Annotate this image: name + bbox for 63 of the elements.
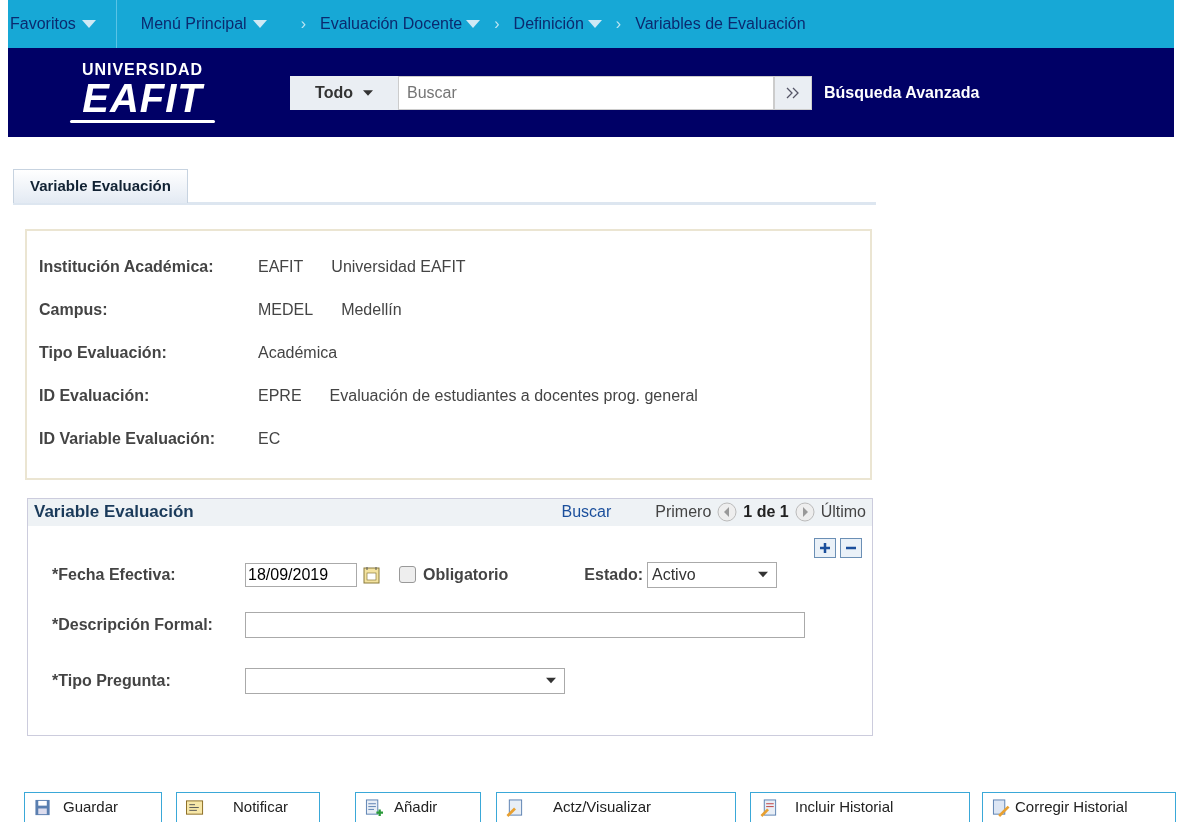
toolbar-button[interactable]: Actz/Visualizar	[496, 791, 736, 822]
text-field[interactable]	[245, 611, 805, 638]
toolbar-button[interactable]: Añadir	[355, 791, 481, 822]
breadcrumb-link[interactable]: Evaluación Docente	[319, 12, 463, 36]
field-label: *Fecha Efectiva:	[52, 564, 177, 585]
note-icon	[185, 798, 205, 817]
double-chevron-icon	[786, 86, 800, 99]
menu-item[interactable]: Favoritos	[10, 12, 76, 36]
calendar-icon[interactable]	[363, 565, 381, 584]
field-value: EC	[258, 428, 281, 449]
checkbox-label: Obligatorio	[423, 564, 509, 585]
toolbar-button[interactable]: Notificar	[176, 791, 320, 822]
field-description: Universidad EAFIT	[331, 256, 466, 277]
question-type-dropdown[interactable]	[245, 667, 565, 694]
add-row-button[interactable]	[814, 537, 836, 558]
field-value: MEDEL	[258, 299, 314, 320]
breadcrumb-link[interactable]: Variables de Evaluación	[635, 12, 806, 36]
search-button[interactable]	[774, 75, 812, 110]
first-link[interactable]: Primero	[655, 500, 712, 524]
breadcrumb-separator: ›	[494, 14, 500, 34]
logo: UNIVERSIDAD EAFIT	[70, 62, 215, 123]
grid-title: Variable Evaluación	[34, 501, 194, 524]
field-label: Campus:	[39, 299, 109, 320]
document-pencil-icon	[505, 798, 525, 817]
advanced-search-link[interactable]: Búsqueda Avanzada	[824, 80, 980, 105]
document-pencil-icon	[991, 798, 1011, 817]
checkbox[interactable]	[399, 566, 416, 583]
status-dropdown[interactable]: Activo	[647, 561, 777, 588]
last-link[interactable]: Último	[820, 500, 866, 524]
next-icon[interactable]	[794, 502, 815, 522]
field-label: Tipo Evaluación:	[39, 342, 168, 363]
toolbar-button[interactable]: Guardar	[24, 791, 162, 822]
plus-icon	[819, 541, 831, 554]
search-field[interactable]: Buscar	[398, 75, 774, 110]
scope-dropdown[interactable]: Todo	[290, 75, 398, 110]
field-label: *Descripción Formal:	[52, 614, 214, 635]
caret-icon	[758, 571, 768, 578]
document-pencil-icon	[759, 798, 779, 817]
field-value: EAFIT	[258, 256, 304, 277]
field-label: Institución Académica:	[39, 256, 215, 277]
breadcrumb-separator: ›	[300, 14, 306, 34]
breadcrumb-link[interactable]: Definición	[513, 12, 584, 36]
toolbar-button[interactable]: Corregir Historial	[982, 791, 1176, 822]
field-label: *Tipo Pregunta:	[52, 670, 172, 691]
field-value: Académica	[258, 342, 338, 363]
delete-row-button[interactable]	[840, 537, 862, 558]
toolbar-button[interactable]: Incluir Historial	[750, 791, 970, 822]
row-count: 1 de 1	[743, 502, 789, 522]
tab[interactable]: Variable Evaluación	[13, 169, 188, 203]
field-description: Evaluación de estudiantes a docentes prog. general	[329, 385, 698, 406]
field-label: Estado:	[584, 564, 643, 585]
find-link[interactable]: Buscar	[561, 500, 612, 524]
document-plus-icon	[364, 798, 384, 817]
field-value: EPRE	[258, 385, 302, 406]
caret-icon	[362, 89, 373, 96]
caret-icon	[546, 677, 556, 684]
field-description: Medellín	[341, 299, 402, 320]
field-label: ID Evaluación:	[39, 385, 151, 406]
field-label: ID Variable Evaluación:	[39, 428, 217, 449]
breadcrumb-separator: ›	[615, 14, 622, 34]
menu-item[interactable]: Menú Principal	[140, 12, 247, 36]
previous-icon[interactable]	[717, 502, 738, 522]
date-field[interactable]: 18/09/2019	[245, 562, 357, 587]
